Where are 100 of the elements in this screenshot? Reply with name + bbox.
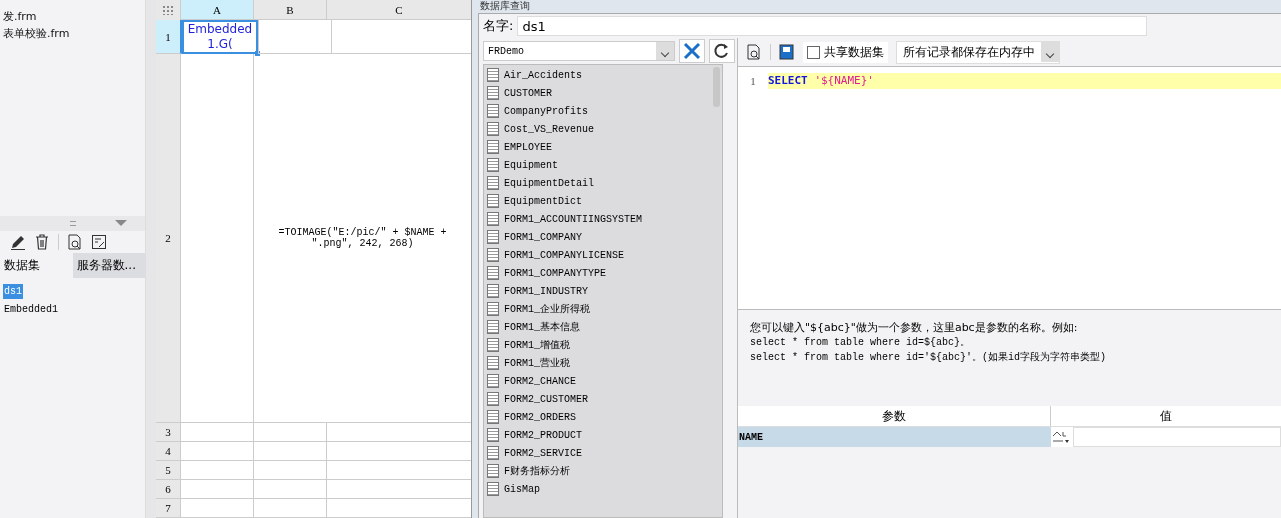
table-item[interactable]: CUSTOMER [484, 84, 722, 102]
file-item[interactable]: 发.frm [0, 8, 145, 25]
connection-dropdown[interactable]: FRDemo [483, 41, 675, 61]
select-all-icon[interactable] [162, 5, 174, 15]
row-header[interactable]: 3 [156, 423, 180, 442]
table-item[interactable]: FORM1_COMPANYLICENSE [484, 246, 722, 264]
row-header[interactable]: 1 [156, 20, 182, 54]
preview-icon[interactable] [746, 44, 762, 60]
scrollbar[interactable] [713, 67, 720, 107]
table-item[interactable]: FORM1_基本信息 [484, 318, 722, 336]
table-item[interactable]: FORM1_INDUSTRY [484, 282, 722, 300]
table-icon [487, 230, 499, 244]
table-item[interactable]: FORM1_ACCOUNTIINGSYSTEM [484, 210, 722, 228]
table-icon [487, 320, 499, 334]
table-icon [487, 86, 499, 100]
table-item[interactable]: FORM2_PRODUCT [484, 426, 722, 444]
checkbox-label: 共享数据集 [824, 43, 884, 61]
table-icon [487, 140, 499, 154]
table-item[interactable]: Air_Accidents [484, 66, 722, 84]
panel-splitter[interactable] [145, 0, 156, 518]
table-cell[interactable] [180, 423, 253, 442]
column-header[interactable]: B [253, 0, 326, 20]
row-header[interactable]: 7 [156, 499, 180, 518]
table-icon [487, 194, 499, 208]
table-icon [487, 158, 499, 172]
table-icon [487, 338, 499, 352]
dataset-item[interactable]: Embedded1 [3, 301, 59, 317]
file-item[interactable]: 表单校验.frm [0, 25, 145, 42]
table-icon [487, 302, 499, 316]
table-item[interactable]: FORM1_增值税 [484, 336, 722, 354]
table-cell[interactable] [253, 461, 326, 480]
table-item[interactable]: F财务指标分析 [484, 462, 722, 480]
table-cell[interactable] [180, 442, 253, 461]
table-item[interactable]: GisMap [484, 480, 722, 498]
table-icon [487, 68, 499, 82]
table-item[interactable]: FORM2_CHANCE [484, 372, 722, 390]
table-cell[interactable] [253, 499, 326, 518]
type-icon[interactable] [1051, 430, 1071, 444]
dialog-title: 数据库查询 [479, 0, 531, 13]
table-icon [487, 266, 499, 280]
table-item[interactable]: FORM1_COMPANY [484, 228, 722, 246]
table-icon [487, 176, 499, 190]
table-icon [487, 356, 499, 370]
table-cell[interactable] [180, 499, 253, 518]
row-header[interactable]: 2 [156, 54, 180, 423]
column-header[interactable]: A [180, 0, 253, 20]
table-cell[interactable] [180, 461, 253, 480]
hint-text: select * from table where id=${abc}。 [750, 336, 972, 350]
table-item[interactable]: CompanyProfits [484, 102, 722, 120]
table-cell[interactable] [253, 480, 326, 499]
share-checkbox[interactable] [807, 45, 820, 59]
table-cell[interactable] [253, 442, 326, 461]
table-icon [487, 410, 499, 424]
table-cell[interactable]: Embedded1.G( [182, 20, 258, 54]
table-icon [487, 482, 499, 496]
hint-text: 您可以键入"${abc}"做为一个参数，这里abc是参数的名称。例如: [750, 320, 1079, 335]
table-item[interactable]: Equipment [484, 156, 722, 174]
value-field[interactable] [1073, 427, 1281, 447]
table-icon [487, 374, 499, 388]
table-cell[interactable] [180, 480, 253, 499]
storage-dropdown[interactable]: 所有记录都保存在内存中 [896, 40, 1060, 64]
table-icon [487, 428, 499, 442]
table-item[interactable]: FORM2_ORDERS [484, 408, 722, 426]
edit-icon[interactable] [10, 234, 26, 250]
preview-icon[interactable] [67, 234, 83, 250]
table-item[interactable]: FORM2_SERVICE [484, 444, 722, 462]
column-header[interactable]: C [326, 0, 471, 20]
collapse-icon[interactable] [115, 220, 127, 226]
table-item[interactable]: FORM1_营业税 [484, 354, 722, 372]
tools-icon[interactable] [679, 39, 705, 63]
hint-text: select * from table where id='${abc}'。(如果id字段为字符串类型) [750, 350, 1108, 365]
table-icon [487, 248, 499, 262]
save-icon[interactable] [779, 44, 795, 60]
table-item[interactable]: EquipmentDetail [484, 174, 722, 192]
edit-document-icon[interactable] [91, 234, 107, 250]
table-icon [487, 392, 499, 406]
table-item[interactable]: FORM1_企业所得税 [484, 300, 722, 318]
name-label: 名字: [483, 17, 514, 35]
dataset-tab[interactable]: 服务器数... [72, 253, 145, 278]
refresh-icon[interactable] [709, 39, 735, 63]
table-icon [487, 446, 499, 460]
table-item[interactable]: FORM2_CUSTOMER [484, 390, 722, 408]
table-icon [487, 464, 499, 478]
table-item[interactable]: Cost_VS_Revenue [484, 120, 722, 138]
grip-icon [69, 221, 76, 226]
table-item[interactable]: FORM1_COMPANYTYPE [484, 264, 722, 282]
delete-icon[interactable] [34, 234, 50, 250]
table-icon [487, 122, 499, 136]
table-icon [487, 104, 499, 118]
table-cell[interactable] [258, 20, 331, 54]
name-field[interactable]: ds1 [517, 16, 1148, 36]
row-header[interactable]: 5 [156, 461, 180, 480]
param-name[interactable]: NAME [738, 427, 1051, 447]
table-icon [487, 212, 499, 226]
table-cell[interactable] [253, 423, 326, 442]
table-item[interactable]: EMPLOYEE [484, 138, 722, 156]
table-item[interactable]: EquipmentDict [484, 192, 722, 210]
table-cell[interactable] [180, 54, 253, 423]
row-header[interactable]: 6 [156, 480, 180, 499]
row-header[interactable]: 4 [156, 442, 180, 461]
